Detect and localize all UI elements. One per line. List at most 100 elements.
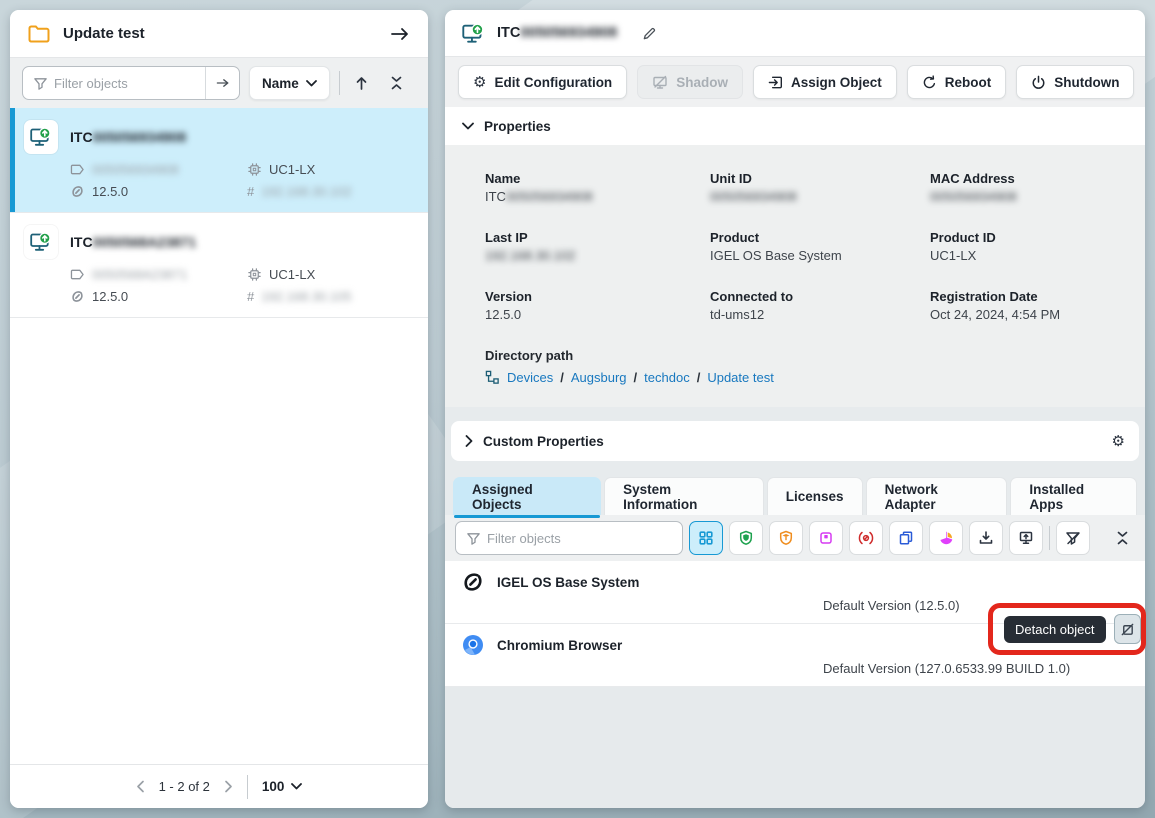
divider: [1049, 526, 1050, 550]
apply-filter-arrow-icon[interactable]: [205, 67, 239, 99]
properties-section-header[interactable]: Properties: [445, 107, 1145, 145]
breadcrumb-link[interactable]: Augsburg: [571, 370, 627, 385]
hash-icon: #: [247, 289, 254, 304]
page-size-value: 100: [262, 779, 285, 794]
device-list-item[interactable]: ITC005056934908 005056934908 UC1-LX 12.5…: [10, 108, 428, 213]
property-product-id: Product ID UC1-LX: [930, 230, 1105, 263]
objects-filter-bar: [445, 515, 1145, 561]
reboot-button[interactable]: Reboot: [907, 65, 1007, 99]
funnel-icon: [33, 76, 48, 91]
shadow-button[interactable]: Shadow: [637, 65, 743, 99]
sort-field-label: Name: [262, 76, 299, 91]
assigned-object-name: IGEL OS Base System: [497, 575, 639, 590]
reboot-icon: [922, 75, 937, 90]
filter-priority-profiles-orange-shield-icon[interactable]: [769, 521, 803, 555]
page-size-dropdown[interactable]: 100: [262, 779, 303, 794]
assigned-object-version: Default Version (127.0.6533.99 BUILD 1.0…: [823, 661, 1129, 676]
filter-objects-input[interactable]: [48, 76, 205, 91]
custom-properties-gear-icon[interactable]: ⚙: [1112, 432, 1125, 450]
filter-profiles-green-shield-icon[interactable]: [729, 521, 763, 555]
tab-network-adapter[interactable]: Network Adapter: [866, 477, 1008, 515]
filter-apps-magenta-icon[interactable]: [809, 521, 843, 555]
device-unit-id: 0050568A23871: [70, 267, 247, 282]
properties-body: Name ITC005056934908 Unit ID 00505693490…: [445, 145, 1145, 407]
clear-filter-funnel-slash-icon[interactable]: [1056, 521, 1090, 555]
list-filter-bar: Name: [10, 58, 428, 108]
sort-field-dropdown[interactable]: Name: [249, 66, 330, 100]
power-icon: [1031, 75, 1046, 90]
device-details: 005056934908 UC1-LX 12.5.0 # 192.168.30.…: [70, 162, 412, 199]
pagination-range: 1 - 2 of 2: [159, 779, 210, 794]
assign-object-button[interactable]: Assign Object: [753, 65, 897, 99]
shadow-monitor-icon: [652, 75, 668, 90]
tab-assigned-objects[interactable]: Assigned Objects: [453, 477, 601, 515]
collapse-objects-icon[interactable]: [1116, 530, 1129, 546]
cpu-icon: [247, 162, 262, 177]
directory-title: Update test: [63, 25, 377, 42]
filter-objects-input[interactable]: [481, 531, 674, 546]
open-directory-arrow-icon[interactable]: [390, 26, 410, 42]
device-details: 0050568A23871 UC1-LX 12.5.0 # 192.168.30…: [70, 267, 412, 304]
device-icon: [24, 225, 58, 259]
shutdown-button[interactable]: Shutdown: [1016, 65, 1134, 99]
device-list-item[interactable]: ITC0050568A23871 0050568A23871 UC1-LX 12…: [10, 213, 428, 318]
device-product-id: UC1-LX: [247, 162, 412, 177]
property-product: Product IGEL OS Base System: [710, 230, 930, 263]
more-actions-kebab-icon[interactable]: ⋮: [1144, 72, 1145, 92]
device-name: ITC005056934908: [70, 129, 186, 145]
device-list-panel: Update test Name: [10, 10, 428, 808]
sort-ascending-icon[interactable]: [349, 68, 375, 98]
pagination-bar: 1 - 2 of 2 100: [10, 764, 428, 808]
breadcrumb-link[interactable]: techdoc: [644, 370, 690, 385]
custom-properties-section-header[interactable]: Custom Properties ⚙: [451, 421, 1139, 461]
assign-object-icon: [768, 75, 783, 90]
edit-configuration-button[interactable]: ⚙ Edit Configuration: [458, 65, 627, 99]
property-mac-address: MAC Address 005056934908: [930, 171, 1105, 204]
detach-object-button[interactable]: [1114, 614, 1142, 644]
tab-licenses[interactable]: Licenses: [767, 477, 863, 515]
device-title: ITC005056934908: [497, 25, 617, 41]
igel-logo-icon: [70, 184, 85, 199]
igel-logo-icon: [70, 289, 85, 304]
tree-icon: [485, 370, 500, 385]
property-version: Version 12.5.0: [485, 289, 710, 322]
igel-os-logo-icon: [461, 570, 485, 594]
gear-icon: ⚙: [473, 73, 486, 91]
chevron-down-icon: [291, 783, 302, 790]
device-icon: [24, 120, 58, 154]
breadcrumb-link[interactable]: Update test: [707, 370, 774, 385]
filter-red-circle-icon[interactable]: [849, 521, 883, 555]
tab-system-information[interactable]: System Information: [604, 477, 764, 515]
install-to-device-icon-button[interactable]: [1009, 521, 1043, 555]
device-name: ITC0050568A23871: [70, 234, 196, 250]
device-version: 12.5.0: [70, 289, 247, 304]
breadcrumb-link[interactable]: Devices: [507, 370, 553, 385]
next-page-icon[interactable]: [224, 780, 233, 793]
detach-object-tooltip: Detach object: [1004, 616, 1106, 643]
divider: [339, 71, 340, 95]
rename-pencil-icon[interactable]: [642, 26, 657, 41]
directory-header: Update test: [10, 10, 428, 58]
chevron-right-icon: [465, 435, 473, 447]
device-product-id: UC1-LX: [247, 267, 412, 282]
property-name: Name ITC005056934908: [485, 171, 710, 204]
property-registration-date: Registration Date Oct 24, 2024, 4:54 PM: [930, 289, 1105, 322]
filter-files-blue-icon[interactable]: [889, 521, 923, 555]
previous-page-icon[interactable]: [136, 780, 145, 793]
chevron-down-icon: [306, 80, 317, 87]
filter-objects-field: [455, 521, 683, 555]
folder-icon: [28, 25, 50, 43]
directory-path: Directory path Devices / Augsburg / tech…: [485, 348, 1105, 385]
device-version: 12.5.0: [70, 184, 247, 199]
property-unit-id: Unit ID 005056934908: [710, 171, 930, 204]
device-action-toolbar: ⚙ Edit Configuration Shadow Assign Objec…: [445, 57, 1145, 107]
tag-icon: [70, 163, 85, 176]
section-gap: [445, 407, 1145, 421]
download-icon-button[interactable]: [969, 521, 1003, 555]
hash-icon: #: [247, 184, 254, 199]
filter-pie-pink-icon[interactable]: [929, 521, 963, 555]
filter-all-objects-grid-icon[interactable]: [689, 521, 723, 555]
tab-installed-apps[interactable]: Installed Apps: [1010, 477, 1137, 515]
detail-empty-area: [445, 687, 1145, 808]
collapse-list-icon[interactable]: [384, 68, 410, 98]
